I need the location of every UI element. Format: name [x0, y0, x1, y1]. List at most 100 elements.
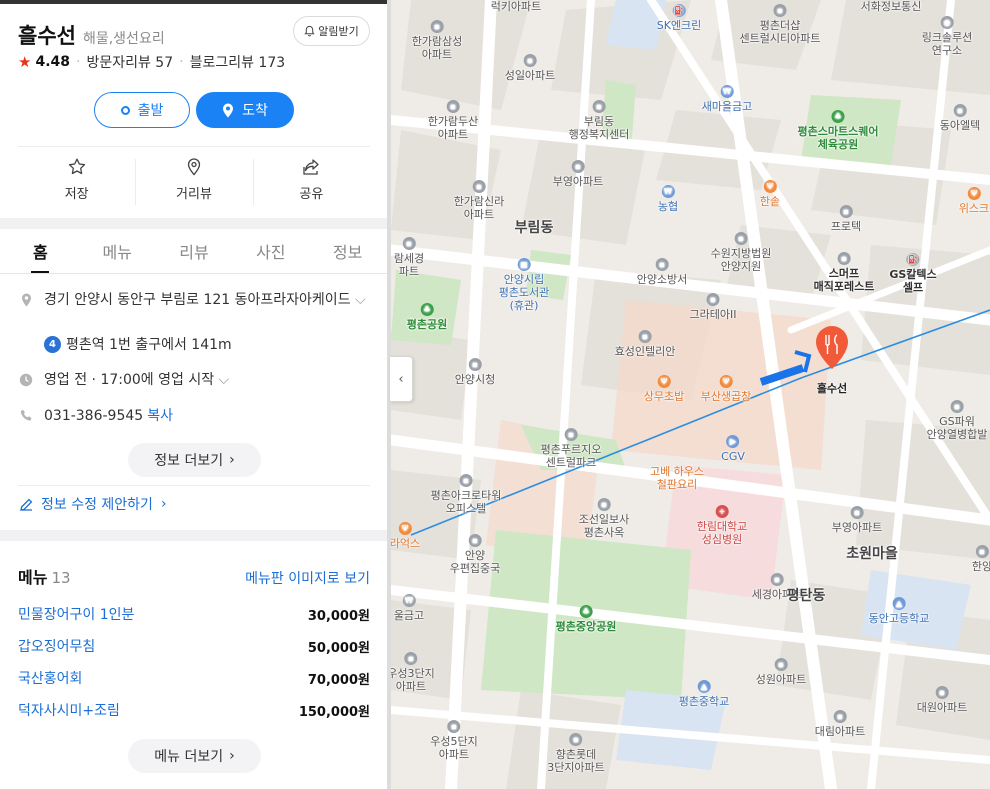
phone-number[interactable]: 031-386-9545 [44, 408, 143, 424]
menu-item[interactable]: 갑오징어무침 50,000원 [18, 630, 370, 662]
map-label[interactable]: ▪ 안양 우편집중국 [450, 534, 500, 575]
tab-info[interactable]: 정보 [309, 229, 386, 273]
phone-row: 031-386-9545 복사 [18, 406, 173, 427]
map-label[interactable]: ▪ 평촌푸르지오 센트럴파크 [541, 428, 601, 469]
menu-item[interactable]: 덕자사시미+조림 150,000원 [18, 694, 370, 726]
map-label[interactable]: ▪ 향촌롯데 3단지아파트 [547, 733, 605, 774]
photo-strip[interactable] [0, 0, 388, 4]
map-label[interactable]: ▪ 한가람두산 아파트 [428, 100, 478, 141]
map-label[interactable]: ▪ 부림동 행정복지센터 [569, 100, 629, 141]
menu-item-name: 덕자사시미+조림 [18, 703, 120, 719]
map-label[interactable]: ♣ 평촌중앙공원 [556, 605, 616, 633]
map-label[interactable]: ▣ 안양시립 평촌도서관 (휴관) [499, 258, 549, 312]
route-start-button[interactable]: 출발 [94, 92, 190, 128]
map-label[interactable]: ₩ 울금고 [394, 594, 424, 622]
map-label[interactable]: ▪ 평촌더샵 센트럴시티아파트 [740, 4, 820, 45]
tab-photo[interactable]: 사진 [232, 229, 309, 273]
map-label[interactable]: ▪ 그라테아II [690, 293, 736, 321]
map-label[interactable]: ▪ 스머프 매직포레스트 [814, 252, 874, 293]
map-label[interactable]: ▪ 성일아파트 [505, 54, 555, 82]
target-place-label[interactable]: 흘수선 [817, 380, 847, 396]
suggest-edit-link[interactable]: 정보 수정 제안하기 › [20, 494, 167, 514]
map-label[interactable]: ▪ GS파워 안양열병합발 [927, 400, 987, 441]
menu-item-name: 민물장어구이 1인분 [18, 607, 135, 623]
map-label[interactable]: ◉ 링크솔루션 연구소 [922, 16, 972, 57]
map-label[interactable]: ▪ 평촌아크로타워 오피스텔 [431, 474, 501, 515]
menu-item[interactable]: 국산홍어회 70,000원 [18, 662, 370, 694]
map-label[interactable]: ♣ 평촌공원 [407, 303, 447, 331]
building-icon: ▪ [975, 545, 989, 558]
map-label[interactable]: ▪ 한양 [972, 545, 990, 573]
roadview-button[interactable]: 거리뷰 [135, 147, 252, 212]
map-label[interactable]: ▪ 프로텍 [831, 205, 861, 233]
map-label[interactable]: ▪ 성원아파트 [756, 658, 806, 686]
map-label[interactable]: ₩ 새마을금고 [702, 85, 752, 113]
map-label[interactable]: ▪ 대림아파트 [815, 710, 865, 738]
map-label[interactable]: ▪ 부영아파트 [553, 160, 603, 188]
map-label[interactable]: ▪ 우성3단지 아파트 [391, 652, 435, 693]
tab-menu[interactable]: 메뉴 [79, 229, 156, 273]
share-button[interactable]: 공유 [252, 147, 370, 212]
map-label[interactable]: Ψ 라억스 [391, 522, 420, 550]
map-label[interactable]: ▪ 조선일보사 평촌사옥 [579, 498, 629, 539]
office-icon: ◉ [940, 16, 954, 29]
address-text[interactable]: 경기 안양시 동안구 부림로 121 동아프라자아케이드 ⌵ [44, 290, 366, 311]
rating-score: 4.48 [35, 54, 70, 70]
map-label[interactable]: ▪ 동아엘텍 [940, 104, 980, 132]
office-icon: ▪ [839, 205, 853, 218]
map-label[interactable]: 서화정보통신 [861, 0, 922, 13]
map-label[interactable]: ▪ 한가람삼성 아파트 [412, 20, 462, 61]
hours-text: 영업 전 · 17:00에 영업 시작 [44, 372, 215, 388]
map-label[interactable]: ▪ 안양소방서 [637, 258, 687, 286]
hours-row[interactable]: 영업 전 · 17:00에 영업 시작 ⌵ [18, 370, 229, 391]
tab-review[interactable]: 리뷰 [156, 229, 233, 273]
title-row: 흘수선 해물,생선요리 [18, 20, 165, 50]
chevron-down-icon: ⌵ [218, 372, 230, 388]
map-label[interactable]: ▪ 대원아파트 [917, 686, 967, 714]
map-label[interactable]: Ψ 한솥 [760, 180, 780, 208]
building-icon: ▪ [773, 4, 787, 17]
location-pin-icon [223, 103, 234, 117]
school-icon: ▲ [697, 680, 711, 693]
more-info-button[interactable]: 정보 더보기 › [128, 443, 261, 477]
map-label[interactable]: ▪ 안양시청 [455, 358, 495, 386]
map-label[interactable]: ▪ 효성인텔리안 [615, 330, 675, 358]
pencil-icon [20, 498, 33, 511]
copy-button[interactable]: 복사 [147, 408, 173, 424]
map-label[interactable]: Ψ 부산생곱창 [701, 375, 751, 403]
playground-icon: ▪ [837, 252, 851, 265]
map-label[interactable]: Ψ 위스크 [959, 187, 989, 215]
map-label[interactable]: ▪ 수원지방법원 안양지원 [711, 232, 771, 273]
map-label[interactable]: ▪ 우성5단지 아파트 [430, 720, 478, 761]
route-end-button[interactable]: 도착 [196, 92, 294, 128]
map-label[interactable]: ▪ 한가람신라 아파트 [454, 180, 504, 221]
map-label[interactable]: + 한림대학교 성심병원 [697, 505, 747, 546]
map-label[interactable]: ▪ 부영아파트 [832, 506, 882, 534]
menu-item[interactable]: 민물장어구이 1인분 30,000원 [18, 598, 370, 630]
map-label-text: 한양 [971, 560, 990, 573]
building-icon: ▪ [850, 506, 864, 519]
blog-reviews-link[interactable]: 블로그리뷰 173 [190, 52, 286, 72]
tab-home[interactable]: 홈 [2, 229, 79, 273]
map-label[interactable]: Ψ 상무초밥 [644, 375, 684, 403]
map-label[interactable]: ₩ 농협 [658, 185, 678, 213]
map-view[interactable]: 럭키아파트 ⛽ SK엔크린 ▪ 평촌더샵 센트럴시티아파트 서화정보통신 ◉ 링크솔루… [391, 0, 990, 789]
map-label-text: 향촌롯데 3단지아파트 [547, 748, 605, 774]
map-label[interactable]: ▪ 람세경 파트 [394, 237, 424, 278]
map-label[interactable]: 럭키아파트 [491, 0, 542, 13]
map-label[interactable]: 고베 하우스 철판요리 [650, 465, 704, 491]
visitor-reviews-link[interactable]: 방문자리뷰 57 [86, 52, 173, 72]
map-label[interactable]: ▲ 평촌중학교 [679, 680, 729, 708]
menu-image-link[interactable]: 메뉴판 이미지로 보기 [245, 568, 370, 588]
bank-icon: ₩ [720, 85, 734, 98]
alarm-button[interactable]: 알림받기 [293, 16, 370, 46]
map-label[interactable]: ⛽ SK엔크린 [657, 4, 701, 32]
map-label[interactable]: ⛽ GS칼텍스 셀프 [889, 253, 937, 294]
map-label[interactable]: ♣ 평촌스마트스퀘어 체육공원 [798, 110, 878, 151]
collapse-panel-button[interactable]: ‹ [390, 356, 413, 402]
map-label[interactable]: ▶ CGV [721, 435, 745, 463]
more-menu-button[interactable]: 메뉴 더보기 › [128, 739, 261, 773]
map-label[interactable]: ▲ 동안고등학교 [869, 597, 929, 625]
bank-icon: ₩ [661, 185, 675, 198]
save-button[interactable]: 저장 [18, 147, 135, 212]
